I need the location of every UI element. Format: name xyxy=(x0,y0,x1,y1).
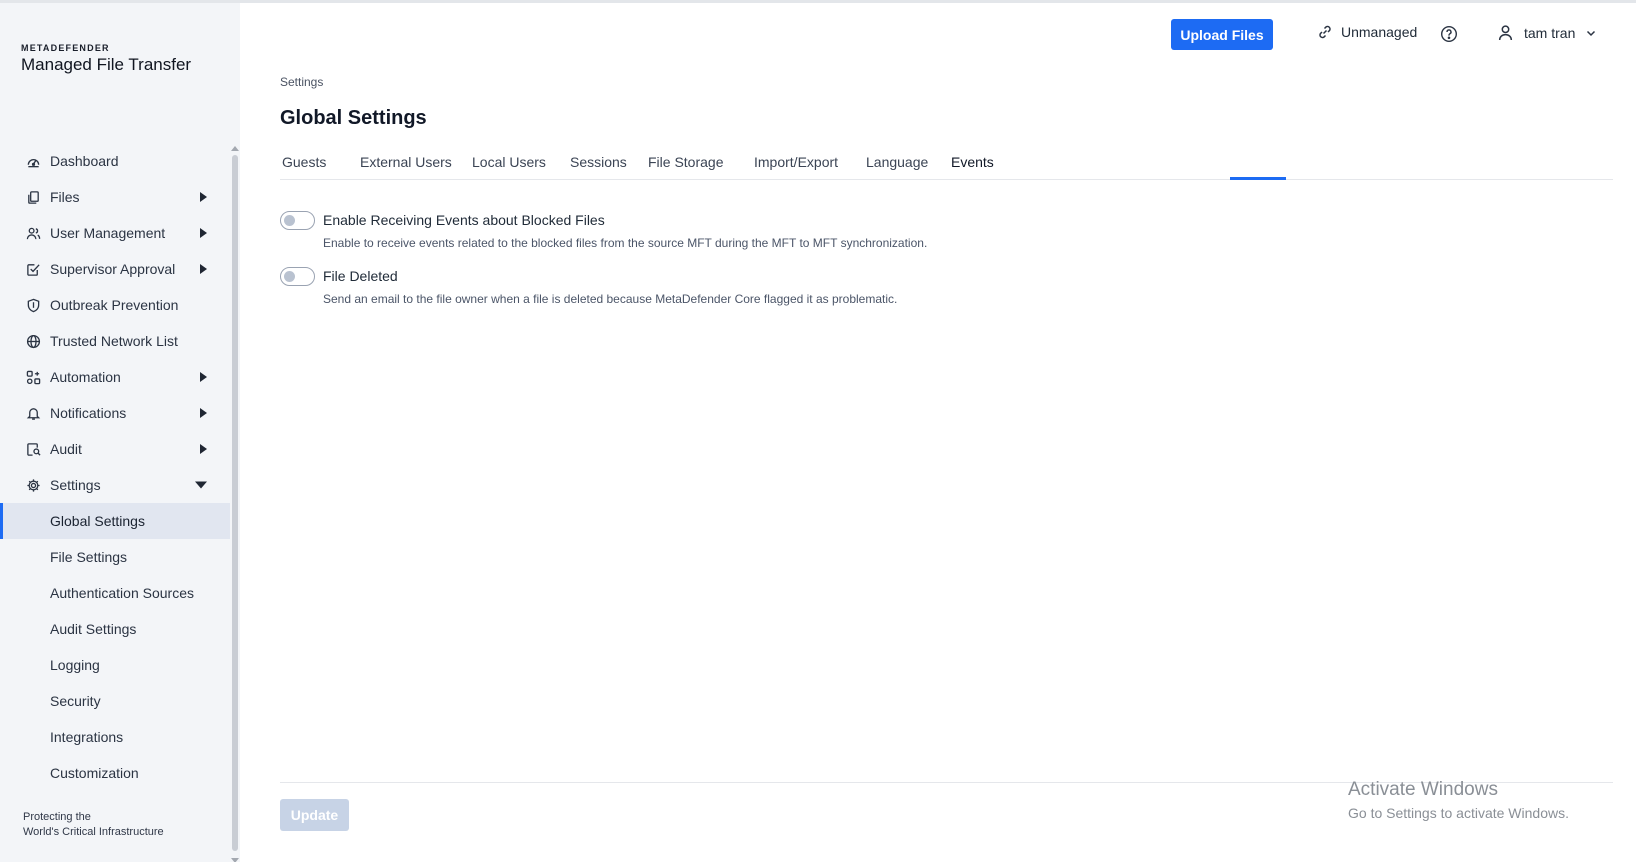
sidebar-item-automation[interactable]: Automation xyxy=(0,359,230,395)
sidebar-item-user-management[interactable]: User Management xyxy=(0,215,230,251)
sidebar-subitem-global-settings[interactable]: Global Settings xyxy=(0,503,230,539)
automation-icon xyxy=(25,369,41,385)
sidebar-subitem-file-settings[interactable]: File Settings xyxy=(0,539,230,575)
sidebar-item-dashboard[interactable]: Dashboard xyxy=(0,143,230,179)
sidebar-nav: Dashboard Files User Management Supervis… xyxy=(0,143,230,791)
tab-language[interactable]: Language xyxy=(866,154,928,170)
sidebar-subitem-security[interactable]: Security xyxy=(0,683,230,719)
dashboard-icon xyxy=(25,153,41,169)
sidebar-item-label: Settings xyxy=(50,477,101,493)
sidebar: METADEFENDER Managed File Transfer Dashb… xyxy=(0,0,240,862)
tab-events[interactable]: Events xyxy=(951,154,994,170)
sidebar-subitem-customization[interactable]: Customization xyxy=(0,755,230,791)
help-icon[interactable] xyxy=(1440,25,1458,43)
setting-label: Enable Receiving Events about Blocked Fi… xyxy=(323,212,605,228)
files-icon xyxy=(25,189,41,205)
user-menu[interactable]: tam tran xyxy=(1497,24,1597,41)
chevron-right-icon xyxy=(200,264,207,274)
sidebar-subitem-audit-settings[interactable]: Audit Settings xyxy=(0,611,230,647)
upload-files-button[interactable]: Upload Files xyxy=(1171,19,1273,50)
shield-icon xyxy=(25,297,41,313)
sidebar-item-label: Outbreak Prevention xyxy=(50,297,179,313)
setting-description: Enable to receive events related to the … xyxy=(323,236,928,250)
tagline-line-1: Protecting the xyxy=(23,811,91,823)
sidebar-subitem-logging[interactable]: Logging xyxy=(0,647,230,683)
sidebar-item-outbreak-prevention[interactable]: Outbreak Prevention xyxy=(0,287,230,323)
sidebar-item-label: Files xyxy=(50,189,80,205)
file-deleted-toggle[interactable] xyxy=(280,267,315,286)
top-border xyxy=(240,0,1636,3)
sidebar-tagline: Protecting the World's Critical Infrastr… xyxy=(23,810,164,840)
brand-name: Managed File Transfer xyxy=(21,55,192,74)
toggle-knob xyxy=(284,271,295,282)
tab-guests[interactable]: Guests xyxy=(282,154,326,170)
globe-icon xyxy=(25,333,41,349)
active-tab-indicator xyxy=(1230,177,1286,180)
tab-local-users[interactable]: Local Users xyxy=(472,154,546,170)
sidebar-item-label: Notifications xyxy=(50,405,127,421)
windows-activation-watermark: Activate Windows Go to Settings to activ… xyxy=(1348,779,1569,821)
watermark-subtitle: Go to Settings to activate Windows. xyxy=(1348,805,1569,821)
unmanaged-link[interactable]: Unmanaged xyxy=(1317,24,1417,40)
brand-top-text: METADEFENDER xyxy=(21,43,110,53)
bell-icon xyxy=(25,405,41,421)
breadcrumb[interactable]: Settings xyxy=(280,75,323,89)
unmanaged-label: Unmanaged xyxy=(1341,24,1418,40)
scrollbar-up-arrow[interactable] xyxy=(231,146,239,151)
settings-tabs: Guests External Users Local Users Sessio… xyxy=(280,143,1613,180)
brand-logo: METADEFENDER Managed File Transfer xyxy=(21,43,191,75)
user-icon xyxy=(1498,25,1513,41)
chevron-down-icon xyxy=(1587,30,1596,36)
link-icon xyxy=(1319,25,1331,39)
tab-external-users[interactable]: External Users xyxy=(360,154,452,170)
chevron-right-icon xyxy=(200,228,207,238)
toggle-knob xyxy=(284,215,295,226)
sidebar-item-label: Automation xyxy=(50,369,121,385)
approval-icon xyxy=(25,261,41,277)
page-title: Global Settings xyxy=(280,107,427,129)
sidebar-item-label: Supervisor Approval xyxy=(50,261,176,277)
sidebar-item-notifications[interactable]: Notifications xyxy=(0,395,230,431)
chevron-right-icon xyxy=(200,372,207,382)
sidebar-item-supervisor-approval[interactable]: Supervisor Approval xyxy=(0,251,230,287)
sidebar-item-label: Audit xyxy=(50,441,82,457)
sidebar-item-label: User Management xyxy=(50,225,166,241)
sidebar-subitem-authentication-sources[interactable]: Authentication Sources xyxy=(0,575,230,611)
sidebar-item-audit[interactable]: Audit xyxy=(0,431,230,467)
chevron-down-icon xyxy=(195,481,207,489)
watermark-title: Activate Windows xyxy=(1348,779,1498,800)
blocked-files-events-toggle[interactable] xyxy=(280,211,315,230)
sidebar-subitem-integrations[interactable]: Integrations xyxy=(0,719,230,755)
user-name: tam tran xyxy=(1524,24,1576,41)
tagline-line-2: World's Critical Infrastructure xyxy=(23,826,164,838)
sidebar-scrollbar[interactable] xyxy=(232,155,238,851)
update-button[interactable]: Update xyxy=(280,799,349,831)
setting-description: Send an email to the file owner when a f… xyxy=(323,292,898,306)
sidebar-item-trusted-network-list[interactable]: Trusted Network List xyxy=(0,323,230,359)
scrollbar-down-arrow[interactable] xyxy=(231,858,239,862)
gear-icon xyxy=(25,477,41,493)
tab-sessions[interactable]: Sessions xyxy=(570,154,627,170)
tab-import-export[interactable]: Import/Export xyxy=(754,154,838,170)
users-icon xyxy=(25,225,41,241)
audit-icon xyxy=(25,441,41,457)
sidebar-item-label: Trusted Network List xyxy=(50,333,178,349)
sidebar-item-settings[interactable]: Settings xyxy=(0,467,230,503)
chevron-right-icon xyxy=(200,444,207,454)
chevron-right-icon xyxy=(200,408,207,418)
tab-file-storage[interactable]: File Storage xyxy=(648,154,723,170)
chevron-right-icon xyxy=(200,192,207,202)
sidebar-item-files[interactable]: Files xyxy=(0,179,230,215)
sidebar-item-label: Dashboard xyxy=(50,153,119,169)
setting-label: File Deleted xyxy=(323,268,398,284)
